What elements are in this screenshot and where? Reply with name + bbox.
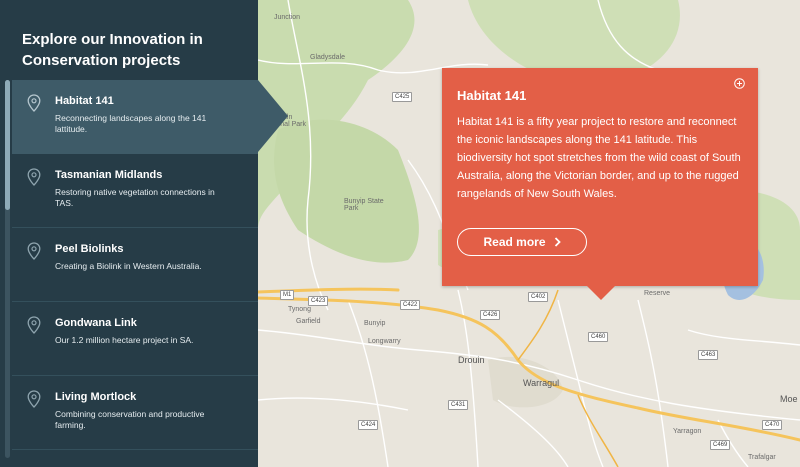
map-label-warragul: Warragul	[523, 378, 560, 388]
popup-title: Habitat 141	[457, 88, 527, 103]
read-more-button[interactable]: Read more	[457, 228, 587, 256]
project-name: Tasmanian Midlands	[55, 169, 163, 181]
road-shield: C431	[448, 400, 469, 410]
map-label-garfield: Garfield	[296, 318, 321, 325]
sidebar-title: Explore our Innovation in Conservation p…	[22, 31, 203, 69]
chevron-right-icon	[554, 237, 561, 247]
scrollbar-track[interactable]	[5, 80, 10, 458]
project-item-tasmanian-midlands[interactable]: Tasmanian Midlands Restoring native vege…	[12, 154, 258, 228]
scrollbar-thumb[interactable]	[5, 80, 10, 210]
project-name: Living Mortlock	[55, 391, 137, 403]
project-item-habitat-141[interactable]: Habitat 141 Reconnecting landscapes alon…	[12, 80, 258, 154]
road-shield: C422	[400, 300, 421, 310]
road-shield: C425	[392, 92, 413, 102]
road-shield: C424	[358, 420, 379, 430]
project-item-gondwana-link[interactable]: Gondwana Link Our 1.2 million hectare pr…	[12, 302, 258, 376]
map-pin-icon	[27, 168, 41, 186]
sidebar: Explore our Innovation in Conservation p…	[0, 0, 258, 467]
map-label-tynong: Tynong	[288, 306, 311, 313]
project-description: Creating a Biolink in Western Australia.	[55, 261, 202, 271]
project-description: Reconnecting landscapes along the 141 la…	[55, 113, 207, 134]
map-label-bunyip-park: Bunyip State Park	[344, 198, 384, 212]
project-description: Our 1.2 million hectare project in SA.	[55, 335, 194, 345]
map-pin-icon	[27, 242, 41, 260]
project-name: Habitat 141	[55, 95, 114, 107]
project-description: Combining conservation and productive fa…	[55, 409, 205, 430]
map-label-yarragon: Yarragon	[673, 428, 702, 435]
road-shield: C402	[528, 292, 549, 302]
road-shield: C463	[698, 350, 719, 360]
map-label-bunyip: Bunyip	[364, 320, 386, 327]
road-shield: C460	[588, 332, 609, 342]
project-name: Gondwana Link	[55, 317, 137, 329]
project-description: Restoring native vegetation connections …	[55, 187, 215, 208]
project-name: Peel Biolinks	[55, 243, 124, 255]
map-label-reserve: Reserve	[644, 290, 671, 297]
plus-circle-icon[interactable]	[734, 78, 745, 89]
active-item-pointer	[258, 80, 288, 152]
road-shield: C426	[480, 310, 501, 320]
map-pin-icon	[27, 390, 41, 408]
road-shield: C423	[308, 296, 329, 306]
map-label-gladysdale: Gladysdale	[310, 54, 346, 61]
popup-pointer	[587, 286, 615, 300]
project-item-living-mortlock[interactable]: Living Mortlock Combining conservation a…	[12, 376, 258, 450]
map-pin-icon	[27, 316, 41, 334]
map-label-moe: Moe	[780, 394, 798, 404]
map-label-longwarry: Longwarry	[368, 338, 401, 345]
project-popup: Habitat 141 Habitat 141 is a fifty year …	[442, 68, 758, 300]
project-list: Habitat 141 Reconnecting landscapes alon…	[12, 80, 258, 450]
road-shield: C469	[710, 440, 731, 450]
project-item-peel-biolinks[interactable]: Peel Biolinks Creating a Biolink in West…	[12, 228, 258, 302]
read-more-label: Read more	[483, 235, 546, 249]
map-label-junction: Junction	[274, 14, 301, 21]
map-pin-icon	[27, 94, 41, 112]
map-label-drouin: Drouin	[458, 355, 485, 365]
road-shield: C470	[762, 420, 783, 430]
popup-description: Habitat 141 is a fifty year project to r…	[457, 116, 741, 200]
map-label-trafalgar: Trafalgar	[748, 454, 776, 461]
road-shield: M1	[280, 290, 295, 300]
